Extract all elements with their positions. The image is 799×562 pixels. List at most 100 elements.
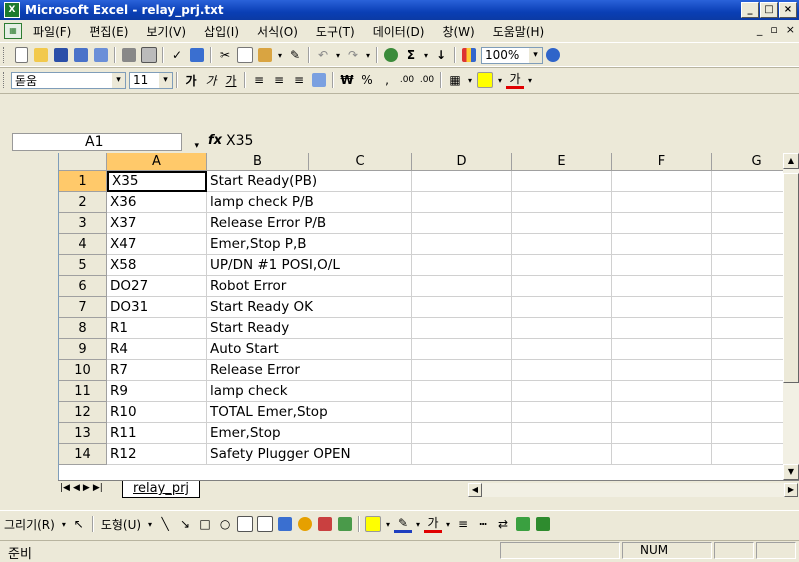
cut-icon[interactable]: ✂ <box>216 46 234 64</box>
menu-tools[interactable]: 도구(T) <box>307 23 364 40</box>
doc-restore-button[interactable]: ▫ <box>770 23 777 36</box>
prev-sheet-button[interactable]: ◀ <box>73 483 80 493</box>
doc-minimize-button[interactable]: _ <box>757 23 763 36</box>
cell-a[interactable]: X37 <box>107 213 207 234</box>
print-preview-icon[interactable] <box>140 46 158 64</box>
scroll-down-button[interactable]: ▼ <box>783 464 799 480</box>
column-header-a[interactable]: A <box>107 153 207 171</box>
scroll-up-button[interactable]: ▲ <box>783 153 799 169</box>
empty-cell[interactable] <box>612 192 712 213</box>
column-header-c[interactable]: C <box>309 153 412 171</box>
row-header[interactable]: 10 <box>59 360 107 381</box>
empty-cell[interactable] <box>412 297 512 318</box>
empty-cell[interactable] <box>512 339 612 360</box>
empty-cell[interactable] <box>512 402 612 423</box>
align-right-icon[interactable]: ≡ <box>290 71 308 89</box>
restore-button[interactable]: □ <box>760 2 778 18</box>
cell-b[interactable]: Emer,Stop <box>207 423 309 444</box>
menu-window[interactable]: 창(W) <box>433 23 483 40</box>
bold-button[interactable]: 가 <box>182 71 200 89</box>
menu-insert[interactable]: 삽입(I) <box>195 23 248 40</box>
hyperlink-icon[interactable] <box>382 46 400 64</box>
autoshapes-menu-button[interactable]: 도형(U) <box>98 515 144 533</box>
active-cell[interactable]: X35 <box>107 171 207 192</box>
empty-cell[interactable] <box>412 318 512 339</box>
row-header[interactable]: 6 <box>59 276 107 297</box>
chevron-down-icon[interactable]: ▾ <box>466 71 474 89</box>
empty-cell[interactable] <box>512 255 612 276</box>
cell-b[interactable]: Release Error <box>207 360 309 381</box>
row-header[interactable]: 8 <box>59 318 107 339</box>
doc-close-button[interactable]: × <box>786 23 795 36</box>
empty-cell[interactable] <box>612 276 712 297</box>
empty-cell[interactable] <box>412 360 512 381</box>
picture-icon[interactable] <box>336 515 354 533</box>
empty-cell[interactable] <box>309 276 412 297</box>
align-center-icon[interactable]: ≡ <box>270 71 288 89</box>
arrow-icon[interactable]: ↘ <box>176 515 194 533</box>
empty-cell[interactable] <box>412 339 512 360</box>
empty-cell[interactable] <box>309 360 412 381</box>
menu-help[interactable]: 도움말(H) <box>484 23 554 40</box>
empty-cell[interactable] <box>412 423 512 444</box>
chevron-down-icon[interactable]: ▾ <box>146 515 154 533</box>
column-header-d[interactable]: D <box>412 153 512 171</box>
font-size-combo[interactable]: 11 ▾ <box>129 71 173 89</box>
undo-icon[interactable]: ↶ <box>314 46 332 64</box>
empty-cell[interactable] <box>612 318 712 339</box>
empty-cell[interactable] <box>512 444 612 465</box>
vertical-scroll-thumb[interactable] <box>783 173 799 383</box>
empty-cell[interactable] <box>412 234 512 255</box>
empty-cell[interactable] <box>612 381 712 402</box>
empty-cell[interactable] <box>309 423 412 444</box>
spreadsheet-grid[interactable]: A B C D E F G 1 X35 Start Ready(PB) 2 X36 lamp check… <box>58 153 799 480</box>
row-header[interactable]: 9 <box>59 339 107 360</box>
close-button[interactable]: × <box>779 2 797 18</box>
chevron-down-icon[interactable]: ▾ <box>414 515 422 533</box>
zoom-combo[interactable]: 100% ▾ <box>481 46 543 64</box>
row-header[interactable]: 13 <box>59 423 107 444</box>
cell-b[interactable]: Emer,Stop P,B <box>207 234 309 255</box>
empty-cell[interactable] <box>412 444 512 465</box>
textbox-icon[interactable] <box>236 515 254 533</box>
chevron-down-icon[interactable]: ▾ <box>334 46 342 64</box>
cell-a[interactable]: X58 <box>107 255 207 276</box>
row-header[interactable]: 7 <box>59 297 107 318</box>
chevron-down-icon[interactable]: ▾ <box>526 71 534 89</box>
permission-icon[interactable] <box>72 46 90 64</box>
chevron-down-icon[interactable]: ▾ <box>159 72 172 88</box>
comma-button[interactable]: , <box>378 71 396 89</box>
3d-icon[interactable] <box>534 515 552 533</box>
chevron-down-icon[interactable]: ▾ <box>364 46 372 64</box>
column-header-e[interactable]: E <box>512 153 612 171</box>
chevron-down-icon[interactable]: ▾ <box>496 71 504 89</box>
vertical-scrollbar[interactable]: ▲ ▼ <box>783 153 799 480</box>
cell-b[interactable]: Release Error P/B <box>207 213 326 234</box>
dash-style-icon[interactable]: ┅ <box>474 515 492 533</box>
line-color-icon[interactable]: ✎ <box>394 516 413 533</box>
empty-cell[interactable] <box>309 297 412 318</box>
next-sheet-button[interactable]: ▶ <box>83 483 90 493</box>
menu-format[interactable]: 서식(O) <box>248 23 307 40</box>
chevron-down-icon[interactable]: ▾ <box>444 515 452 533</box>
email-icon[interactable] <box>92 46 110 64</box>
empty-cell[interactable] <box>512 360 612 381</box>
empty-cell[interactable] <box>512 171 612 192</box>
chevron-down-icon[interactable]: ▾ <box>276 46 284 64</box>
document-icon[interactable]: ▦ <box>4 23 22 39</box>
empty-cell[interactable] <box>512 276 612 297</box>
excel-app-icon[interactable]: X <box>4 2 20 18</box>
cell-a[interactable]: R11 <box>107 423 207 444</box>
chevron-down-icon[interactable]: ▾ <box>422 46 430 64</box>
row-header[interactable]: 14 <box>59 444 107 465</box>
copy-icon[interactable] <box>236 46 254 64</box>
cell-b[interactable]: Start Ready(PB) <box>207 171 317 192</box>
empty-cell[interactable] <box>309 339 412 360</box>
empty-cell[interactable] <box>309 171 412 192</box>
cell-a[interactable]: X47 <box>107 234 207 255</box>
empty-cell[interactable] <box>412 171 512 192</box>
empty-cell[interactable] <box>309 318 412 339</box>
first-sheet-button[interactable]: |◀ <box>60 483 70 493</box>
empty-cell[interactable] <box>512 381 612 402</box>
minimize-button[interactable]: _ <box>741 2 759 18</box>
